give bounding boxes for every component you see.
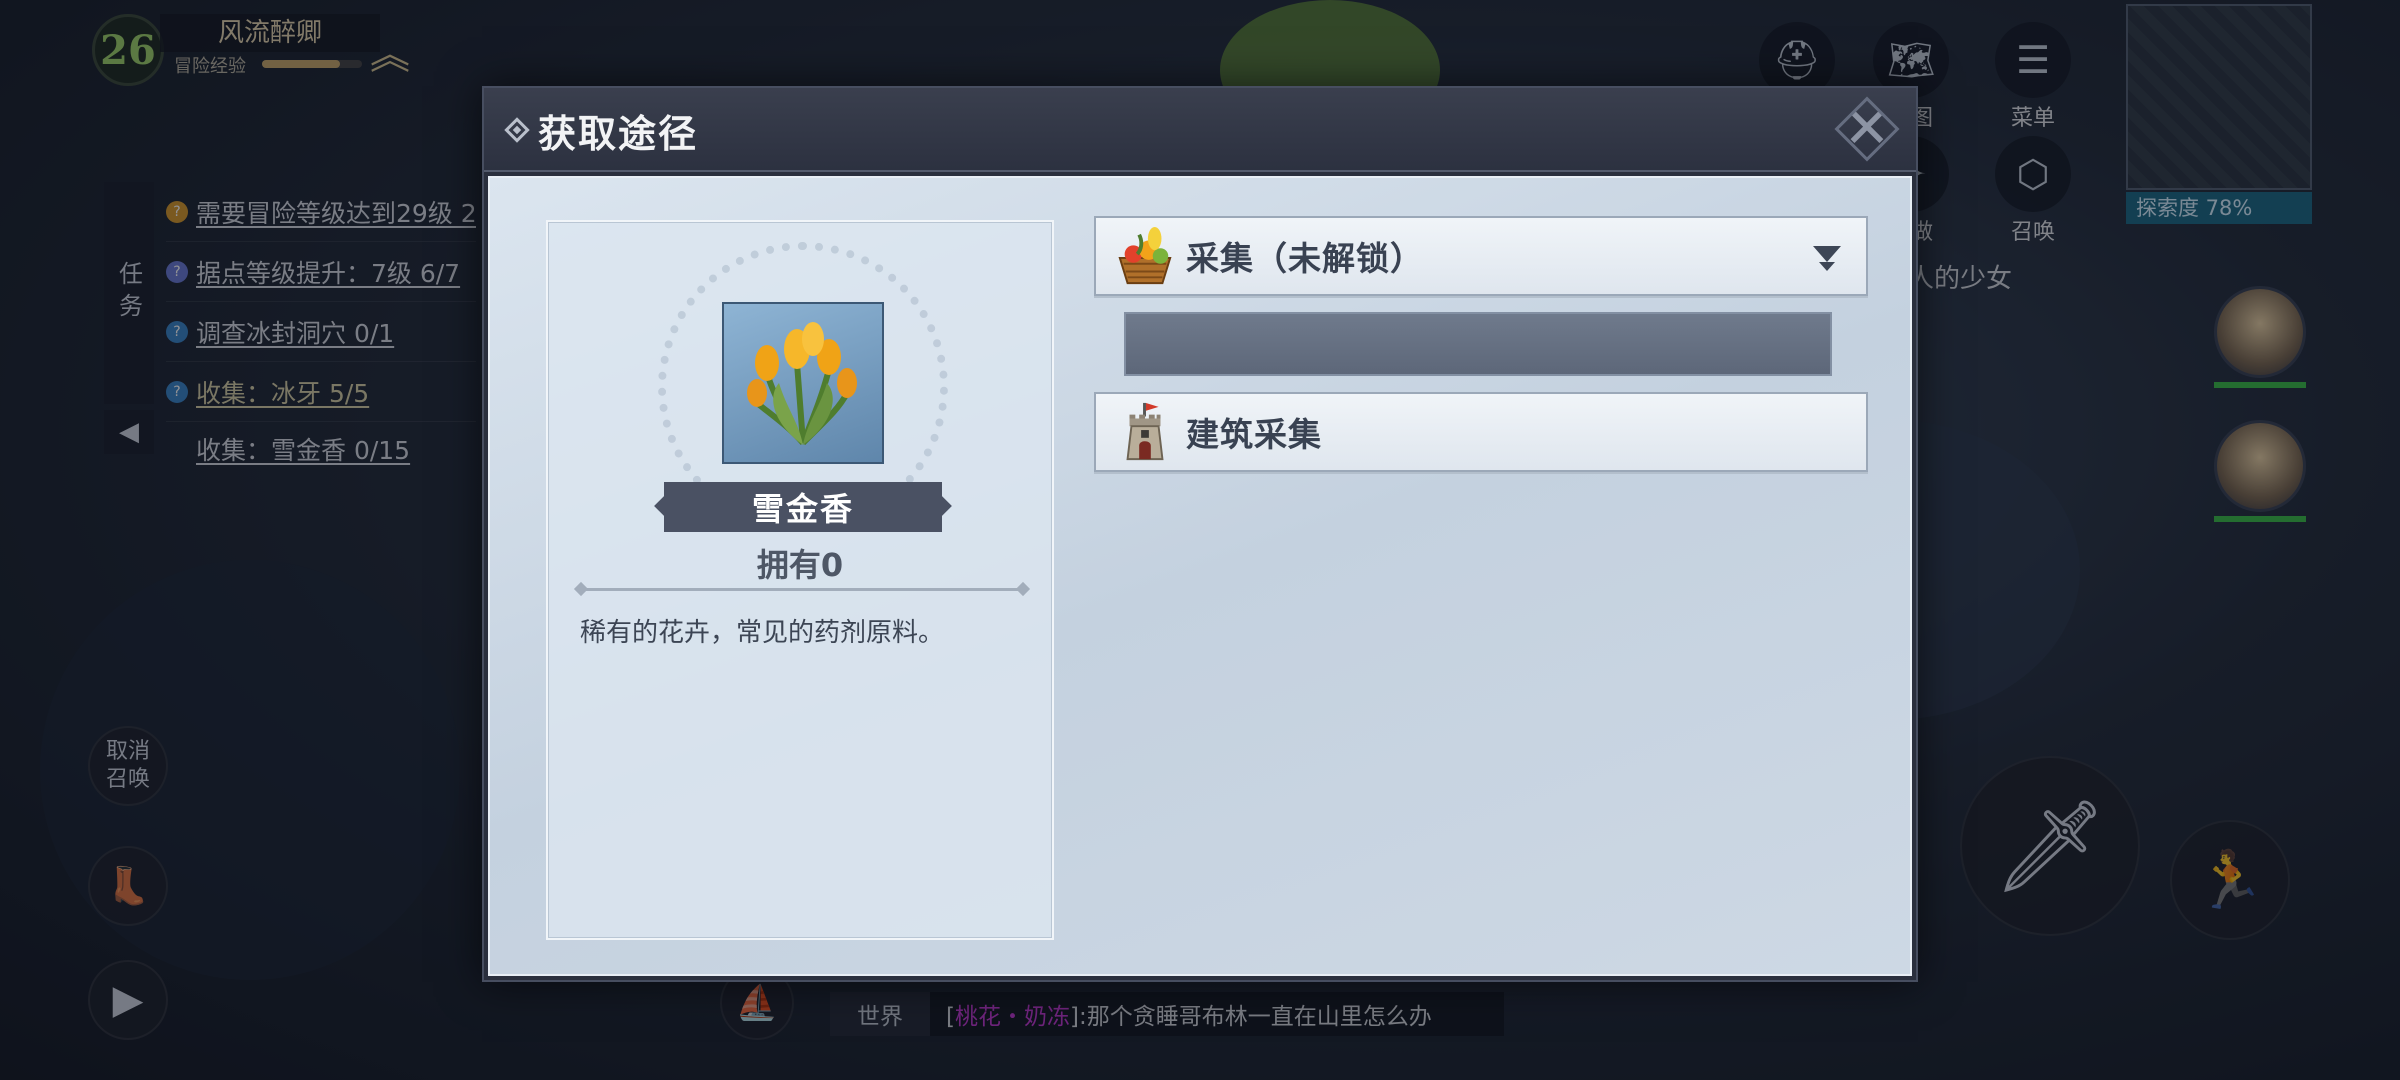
- modal-title: 获取途径: [538, 111, 699, 156]
- diamond-icon: [504, 117, 530, 143]
- acquisition-modal: 获取途径 ✕ 雪金香 拥有0 稀有的花卉，常见的药剂原料。 采集（未解锁） 建筑…: [482, 86, 1918, 982]
- fruit-basket-icon: [1118, 226, 1172, 285]
- modal-header: 获取途径 ✕: [484, 88, 1916, 172]
- source-list: 采集（未解锁） 建筑采集: [1094, 216, 1868, 472]
- modal-body: 雪金香 拥有0 稀有的花卉，常见的药剂原料。 采集（未解锁） 建筑采集: [488, 176, 1912, 976]
- source-row-building[interactable]: 建筑采集: [1094, 392, 1868, 472]
- tower-icon: [1126, 402, 1164, 461]
- close-button[interactable]: ✕: [1834, 96, 1900, 162]
- item-name: 雪金香: [664, 482, 942, 532]
- tulip-icon: [747, 322, 857, 446]
- source-label: 建筑采集: [1186, 415, 1322, 454]
- source-label: 采集（未解锁）: [1186, 239, 1424, 278]
- modal-title-wrap: 获取途径: [504, 88, 699, 172]
- chevron-down-icon[interactable]: [1810, 240, 1844, 274]
- item-owned-count: 拥有0: [756, 546, 844, 584]
- item-card: 雪金香 拥有0 稀有的花卉，常见的药剂原料。: [546, 220, 1054, 940]
- item-icon-frame: [722, 302, 884, 464]
- gathering-expanded-bar: [1124, 312, 1832, 376]
- item-divider: [580, 588, 1024, 591]
- item-description: 稀有的花卉，常见的药剂原料。: [580, 618, 945, 648]
- source-row-gathering[interactable]: 采集（未解锁）: [1094, 216, 1868, 296]
